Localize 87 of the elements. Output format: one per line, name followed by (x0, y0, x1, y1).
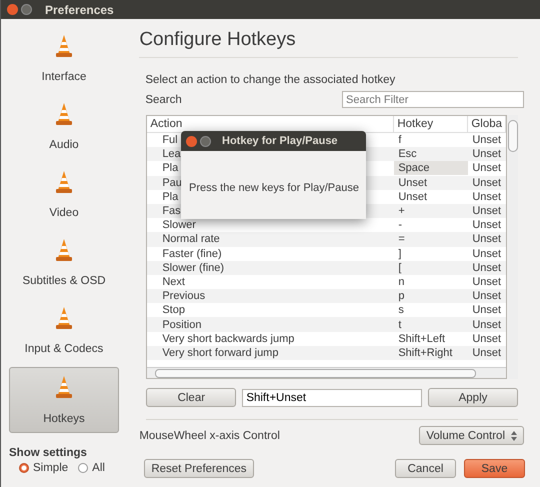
cone-icon (54, 375, 74, 399)
setting-label: MouseWheel x-axis Control (139, 430, 280, 442)
close-icon[interactable] (186, 136, 197, 146)
table-cell-text: - (397, 218, 403, 232)
cone-icon (54, 102, 74, 126)
window-title: Preferences (45, 2, 114, 16)
table-cell-text: Very short backwards jump (161, 332, 296, 346)
dialog-message: Press the new keys for Play/Pause (189, 182, 359, 194)
page-title: Configure Hotkeys (139, 19, 518, 58)
table-cell-text: [ (397, 260, 402, 275)
table-cell-text: n (397, 274, 406, 289)
cone-icon (54, 34, 74, 58)
table-cell-text: Previous (161, 289, 206, 304)
table-cell-text: Unset (471, 176, 502, 190)
search-field[interactable]: Search Filter (342, 91, 524, 108)
hotkey-field[interactable]: Shift+Unset (242, 388, 422, 406)
table-cell-text: + (397, 204, 406, 218)
table-cell-text: Unset (471, 232, 502, 246)
table-cell-text: Unset (471, 147, 502, 162)
table-cell-text: Ful (161, 133, 179, 148)
table-cell-text: Unset (471, 260, 502, 275)
table-cell-text: Pau (161, 176, 183, 190)
table-cell-text: = (397, 232, 406, 246)
table-cell-text: Stop (161, 303, 186, 318)
sidebar-item[interactable]: Hotkeys (9, 367, 119, 433)
table-cell-text: Pla (161, 161, 180, 176)
clear-button[interactable]: Clear (146, 388, 236, 407)
table-cell-text: Fas (161, 204, 182, 218)
section-label: Show settings (9, 447, 88, 459)
volume-control-dropdown[interactable]: Volume Control (419, 426, 524, 445)
table-cell-text: Slower (fine) (161, 260, 226, 275)
sidebar-item[interactable]: Video (9, 163, 119, 225)
column-header[interactable]: Globa (468, 116, 506, 132)
cone-icon (54, 170, 74, 194)
radio-option[interactable]: Simple (19, 462, 68, 474)
table-cell-text: t (397, 318, 402, 332)
cone-icon (54, 306, 74, 330)
cone-icon (54, 238, 74, 262)
vertical-scrollbar[interactable] (508, 115, 518, 379)
table-cell-text: Unset (397, 190, 428, 204)
table-cell-text: Unset (471, 303, 502, 318)
table-cell: Space (394, 161, 468, 176)
table-cell-text: Unset (471, 204, 502, 218)
table-cell-text: p (397, 289, 406, 304)
dialog-title: Hotkey for Play/Pause (222, 135, 338, 147)
table-cell-text: Unset (471, 346, 502, 360)
sidebar-item[interactable]: Interface (9, 27, 119, 89)
sidebar-item[interactable]: Input & Codecs (9, 299, 119, 361)
up-down-arrows-icon (511, 430, 517, 440)
table-cell-text: ] (397, 246, 402, 261)
reset-button[interactable]: Reset Preferences (144, 459, 254, 478)
table-cell-text: Esc (397, 147, 418, 162)
instruction-text: Select an action to change the associated hotkey (145, 74, 396, 86)
table-cell-text: s (397, 303, 405, 318)
apply-button[interactable]: Apply (428, 388, 518, 407)
table-cell-text: Unset (471, 218, 502, 232)
table-cell-text: Position (161, 318, 202, 332)
table-cell-text: Shift+Right (397, 346, 454, 360)
table-cell-text: Shift+Left (397, 332, 446, 346)
table-cell-text: Faster (fine) (161, 246, 223, 261)
table-cell-text: Normal rate (161, 232, 221, 246)
table-cell-text: Unset (471, 133, 502, 148)
cancel-button[interactable]: Cancel (395, 459, 456, 478)
close-icon[interactable] (7, 4, 18, 15)
table-cell-text: Next (161, 274, 186, 289)
table-cell-text: Unset (397, 176, 428, 190)
radio-option[interactable]: All (78, 462, 105, 474)
table-cell-text: Unset (471, 274, 502, 289)
table-cell-text: Unset (471, 246, 502, 261)
minimize-icon[interactable] (21, 4, 32, 15)
table-cell-text: Very short forward jump (161, 346, 280, 360)
horizontal-scrollbar[interactable] (147, 367, 506, 378)
save-button[interactable]: Save (464, 459, 525, 478)
table-cell-text: Unset (471, 190, 502, 204)
table-cell-text: Pla (161, 190, 180, 204)
table-cell-text: Unset (471, 289, 502, 304)
table-cell-text: Unset (471, 318, 502, 332)
table-cell-text: Lea (161, 147, 182, 162)
table-cell-text: Slower (161, 218, 197, 232)
column-header[interactable]: Hotkey (394, 116, 468, 132)
sidebar-item[interactable]: Audio (9, 95, 119, 157)
table-cell-text: Unset (471, 161, 502, 176)
search-label: Search (145, 94, 182, 106)
table-cell-text: Unset (471, 332, 502, 346)
table-cell-text: f (397, 133, 402, 148)
minimize-icon[interactable] (200, 136, 211, 146)
sidebar-item[interactable]: Subtitles & OSD (9, 231, 119, 293)
